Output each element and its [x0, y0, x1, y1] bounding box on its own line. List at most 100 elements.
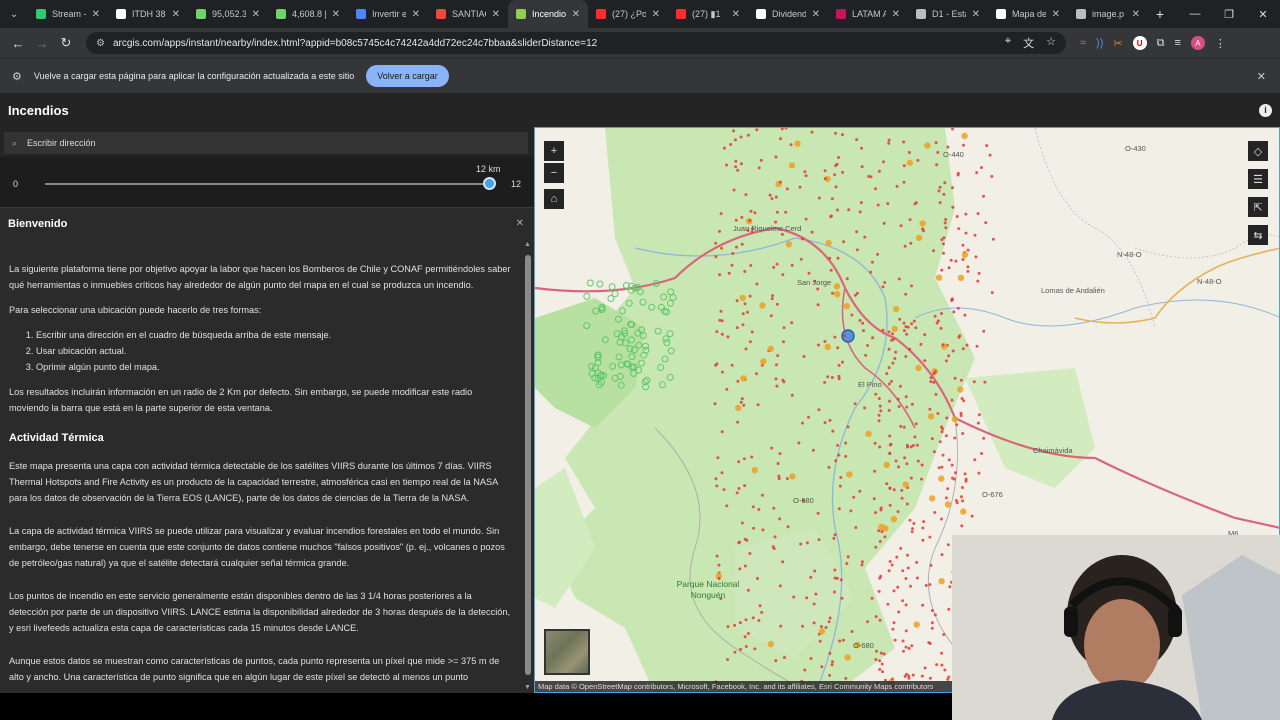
fire-point[interactable] [855, 138, 859, 142]
browser-tab[interactable]: Mapa de ✕ [988, 0, 1068, 28]
fire-point[interactable] [877, 419, 881, 423]
fire-point[interactable] [833, 335, 837, 339]
fire-point[interactable] [741, 312, 745, 316]
fire-point[interactable] [924, 584, 928, 587]
fire-point[interactable] [885, 372, 889, 376]
fire-point[interactable] [769, 314, 773, 318]
fire-point[interactable] [975, 171, 979, 175]
address-bar[interactable]: ⚙ arcgis.com/apps/instant/nearby/index.h… [86, 32, 1066, 54]
fire-point[interactable] [920, 477, 923, 481]
fire-point[interactable] [946, 487, 950, 491]
extension-icon[interactable]: )) [1096, 37, 1103, 49]
fire-point[interactable] [731, 252, 735, 255]
fire-point[interactable] [781, 378, 785, 382]
fire-point[interactable] [956, 171, 960, 175]
fire-point[interactable] [894, 459, 898, 463]
fire-point[interactable] [750, 330, 754, 334]
fire-point[interactable] [899, 424, 903, 428]
fire-point[interactable] [785, 241, 793, 248]
fire-point[interactable] [936, 412, 940, 415]
fire-point[interactable] [930, 437, 934, 441]
fire-point[interactable] [825, 239, 832, 247]
fire-point[interactable] [941, 242, 945, 246]
fire-point[interactable] [804, 174, 808, 178]
fire-point[interactable] [933, 511, 937, 514]
fire-point[interactable] [900, 488, 904, 492]
fire-point[interactable] [803, 170, 807, 174]
fire-point[interactable] [928, 535, 932, 539]
fire-point[interactable] [932, 249, 935, 253]
fire-point[interactable] [831, 429, 835, 433]
fire-point[interactable] [758, 604, 762, 608]
fire-point[interactable] [770, 297, 774, 301]
fire-point[interactable] [930, 621, 934, 625]
fire-point[interactable] [837, 377, 841, 381]
fire-point[interactable] [759, 302, 766, 309]
fire-point[interactable] [891, 627, 895, 631]
fire-point[interactable] [827, 465, 831, 469]
fire-point[interactable] [902, 649, 905, 653]
fire-point[interactable] [812, 621, 816, 625]
fire-point[interactable] [915, 364, 922, 372]
share-icon[interactable]: ⇱ [1248, 197, 1268, 217]
fire-point[interactable] [933, 314, 937, 318]
fire-point[interactable] [844, 676, 848, 680]
fire-point[interactable] [957, 227, 961, 231]
fire-point[interactable] [933, 370, 937, 374]
fire-point[interactable] [938, 578, 945, 585]
fire-point[interactable] [973, 233, 977, 237]
fire-point[interactable] [801, 421, 804, 425]
fire-point[interactable] [879, 409, 883, 413]
fire-point[interactable] [782, 340, 785, 344]
fire-point[interactable] [713, 402, 717, 406]
fire-point[interactable] [853, 402, 857, 406]
fire-point[interactable] [746, 310, 749, 314]
fire-point[interactable] [924, 142, 931, 149]
fire-point[interactable] [790, 393, 794, 397]
fire-point[interactable] [909, 241, 913, 245]
fire-point[interactable] [942, 633, 946, 636]
minimize-icon[interactable]: — [1178, 8, 1212, 21]
fire-point[interactable] [914, 326, 918, 330]
fire-point[interactable] [950, 463, 954, 467]
fire-point[interactable] [915, 443, 919, 447]
fire-point[interactable] [955, 215, 959, 218]
fire-point[interactable] [903, 674, 907, 678]
fire-point[interactable] [823, 380, 827, 384]
fire-point[interactable] [902, 425, 906, 429]
fire-point[interactable] [734, 159, 738, 163]
fire-point[interactable] [714, 477, 718, 481]
close-tab-icon[interactable]: ✕ [652, 9, 660, 20]
fire-point[interactable] [809, 657, 813, 660]
close-tab-icon[interactable]: ✕ [972, 9, 980, 20]
fire-point[interactable] [716, 456, 720, 460]
fire-point[interactable] [953, 471, 957, 475]
fire-point[interactable] [898, 384, 902, 388]
fire-point[interactable] [781, 273, 785, 277]
fire-point[interactable] [837, 156, 840, 159]
fire-point[interactable] [891, 332, 894, 336]
fire-point[interactable] [717, 563, 721, 567]
filter-icon[interactable]: ⇆ [1248, 225, 1268, 245]
fire-point[interactable] [770, 446, 774, 450]
fire-point[interactable] [834, 291, 841, 298]
fire-point[interactable] [977, 413, 981, 417]
fire-point[interactable] [849, 509, 853, 513]
fire-point[interactable] [843, 303, 851, 310]
fire-point[interactable] [956, 306, 960, 310]
fire-point[interactable] [920, 674, 924, 678]
fire-point[interactable] [839, 476, 843, 479]
fire-point[interactable] [740, 375, 747, 382]
fire-point[interactable] [866, 344, 869, 347]
fire-point[interactable] [784, 210, 788, 214]
fire-point[interactable] [755, 128, 759, 132]
fire-point[interactable] [817, 408, 821, 412]
fire-point[interactable] [906, 445, 909, 449]
scrollbar-thumb[interactable] [525, 255, 531, 675]
basemap-toggle[interactable] [544, 629, 590, 675]
fire-point[interactable] [869, 270, 873, 274]
fire-point[interactable] [932, 450, 936, 454]
fire-point[interactable] [748, 552, 752, 555]
fire-point[interactable] [946, 543, 950, 547]
fire-point[interactable] [891, 361, 895, 365]
